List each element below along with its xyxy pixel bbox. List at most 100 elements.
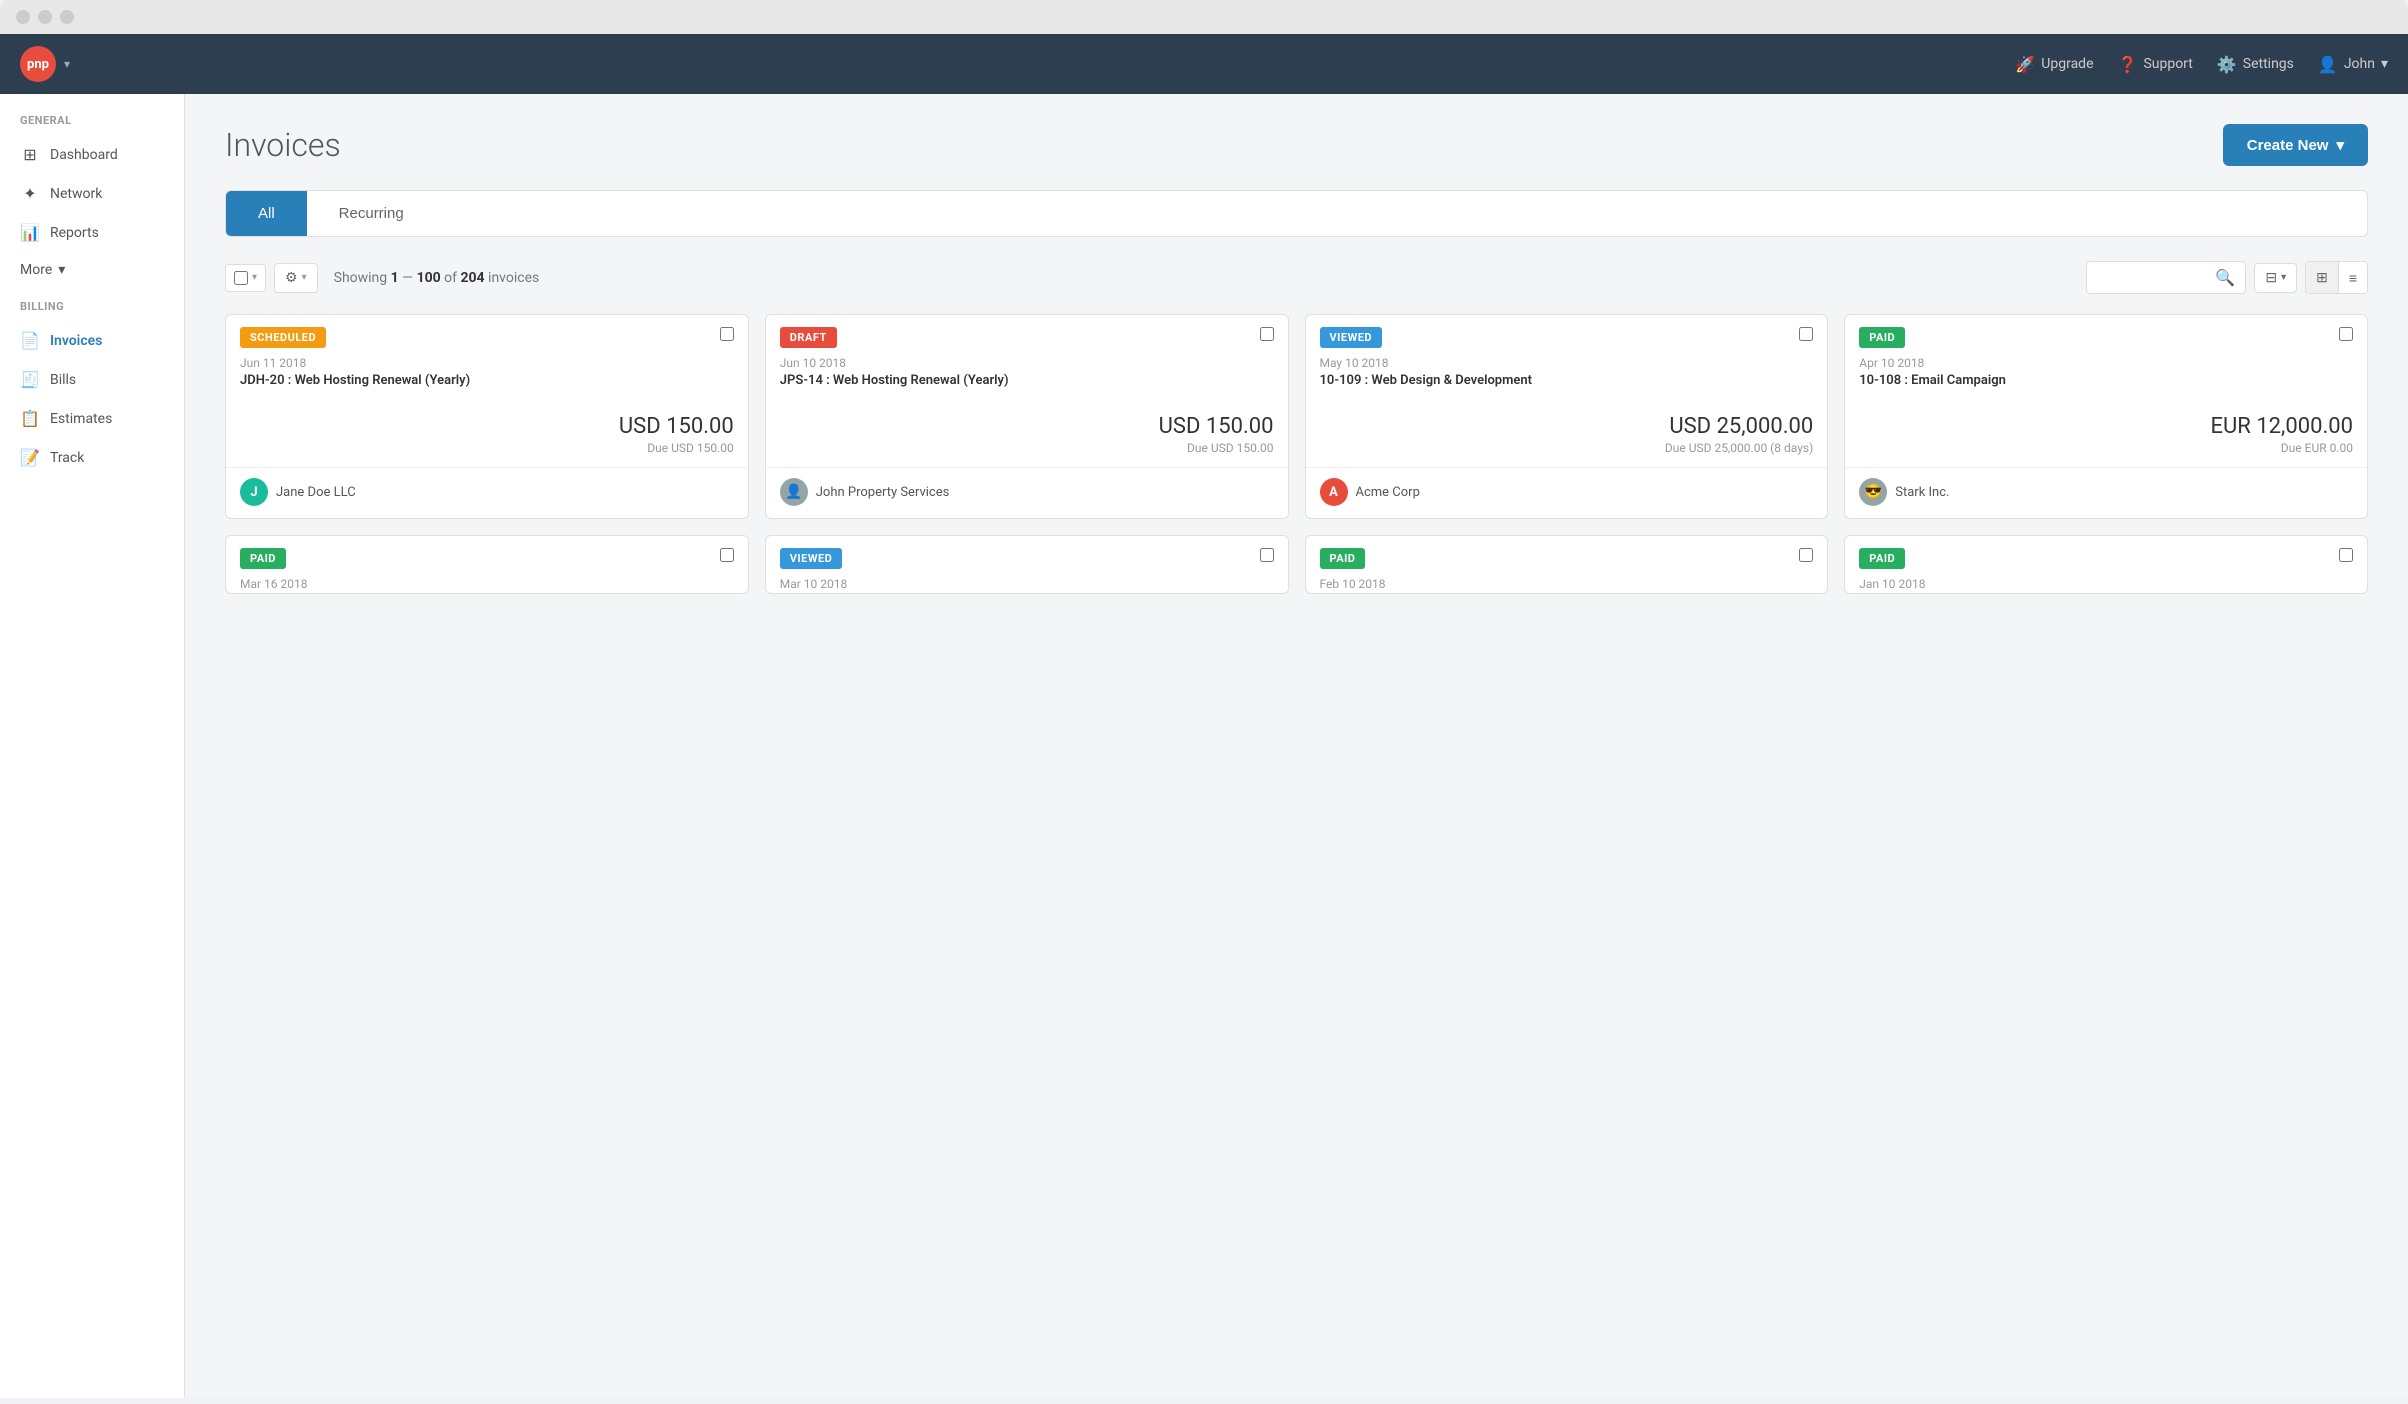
top-nav: pnp ▾ 🚀 Upgrade ❓ Support ⚙️ Settings 👤 … (0, 34, 2408, 94)
card-4-date: Apr 10 2018 (1845, 348, 2367, 372)
grid-view-button[interactable]: ⊞ (2306, 262, 2338, 293)
dashboard-icon: ⊞ (20, 145, 40, 164)
upgrade-icon: 🚀 (2015, 55, 2035, 74)
card-8-checkbox[interactable] (2339, 548, 2353, 562)
invoices-icon: 📄 (20, 331, 40, 350)
user-nav-item[interactable]: 👤 John ▾ (2318, 55, 2388, 74)
card-5-date: Mar 16 2018 (226, 569, 748, 593)
upgrade-nav-item[interactable]: 🚀 Upgrade (2015, 55, 2093, 74)
card-8-header: PAID (1845, 536, 2367, 569)
grid-view-icon: ⊞ (2316, 269, 2328, 285)
sidebar-item-track[interactable]: 📝 Track (0, 438, 184, 477)
card-1-checkbox[interactable] (720, 327, 734, 341)
card-3-client: Acme Corp (1356, 485, 1420, 500)
page-header: Invoices Create New ▾ (225, 124, 2368, 166)
card-4-due: Due EUR 0.00 (1859, 441, 2353, 455)
card-1-date: Jun 11 2018 (226, 348, 748, 372)
upgrade-label: Upgrade (2041, 56, 2093, 72)
sidebar-dashboard-label: Dashboard (50, 147, 118, 163)
card-4-header: PAID (1845, 315, 2367, 348)
card-2-checkbox[interactable] (1260, 327, 1274, 341)
card-3-id-title: 10-109 : Web Design & Development (1306, 372, 1828, 398)
invoice-card-3[interactable]: VIEWED May 10 2018 10-109 : Web Design &… (1305, 314, 1829, 519)
create-new-button[interactable]: Create New ▾ (2223, 124, 2368, 166)
card-3-due: Due USD 25,000.00 (8 days) (1320, 441, 1814, 455)
status-badge-3: VIEWED (1320, 327, 1383, 348)
card-7-checkbox[interactable] (1799, 548, 1813, 562)
more-chevron-icon: ▾ (58, 262, 65, 278)
toolbar-left: ▾ ⚙ ▾ Showing 1 — 100 of 204 invoices (225, 263, 539, 293)
search-box[interactable]: 🔍 (2086, 261, 2246, 294)
logo[interactable]: pnp (20, 46, 56, 82)
select-all-checkbox[interactable] (234, 271, 248, 285)
invoice-card-7[interactable]: PAID Feb 10 2018 (1305, 535, 1829, 594)
card-2-title: Web Hosting Renewal (Yearly) (833, 373, 1009, 388)
gear-icon: ⚙ (285, 270, 298, 286)
settings-icon: ⚙️ (2217, 55, 2237, 74)
settings-nav-item[interactable]: ⚙️ Settings (2217, 55, 2294, 74)
card-5-header: PAID (226, 536, 748, 569)
card-1-title: Web Hosting Renewal (Yearly) (295, 373, 471, 388)
filter-button[interactable]: ⊟ ▾ (2254, 263, 2297, 293)
support-label: Support (2143, 56, 2192, 72)
card-1-client: Jane Doe LLC (276, 485, 356, 500)
invoice-card-8[interactable]: PAID Jan 10 2018 (1844, 535, 2368, 594)
sidebar-reports-label: Reports (50, 225, 99, 241)
card-3-title: Web Design & Development (1371, 373, 1532, 388)
network-icon: ✦ (20, 184, 40, 203)
card-3-checkbox[interactable] (1799, 327, 1813, 341)
invoice-card-5[interactable]: PAID Mar 16 2018 (225, 535, 749, 594)
sidebar-estimates-label: Estimates (50, 411, 112, 427)
showing-count-text: Showing 1 — 100 of 204 invoices (334, 270, 540, 286)
card-4-checkbox[interactable] (2339, 327, 2353, 341)
card-3-invoice-id: 10-109 (1320, 373, 1362, 388)
list-view-icon: ≡ (2349, 270, 2357, 286)
card-4-id-title: 10-108 : Email Campaign (1845, 372, 2367, 398)
invoice-card-2[interactable]: DRAFT Jun 10 2018 JPS-14 : Web Hosting R… (765, 314, 1289, 519)
card-6-date: Mar 10 2018 (766, 569, 1288, 593)
tab-all[interactable]: All (226, 191, 307, 236)
card-4-amount-section: EUR 12,000.00 Due EUR 0.00 (1845, 398, 2367, 463)
range-end: 100 (417, 270, 441, 286)
status-badge-8: PAID (1859, 548, 1905, 569)
sidebar-item-reports[interactable]: 📊 Reports (0, 213, 184, 252)
gear-chevron-icon: ▾ (302, 272, 307, 283)
sidebar-item-bills[interactable]: 🧾 Bills (0, 360, 184, 399)
card-1-id-title: JDH-20 : Web Hosting Renewal (Yearly) (226, 372, 748, 398)
invoice-card-6[interactable]: VIEWED Mar 10 2018 (765, 535, 1289, 594)
invoice-card-1[interactable]: SCHEDULED Jun 11 2018 JDH-20 : Web Hosti… (225, 314, 749, 519)
sidebar-item-network[interactable]: ✦ Network (0, 174, 184, 213)
status-badge-4: PAID (1859, 327, 1905, 348)
sidebar-item-dashboard[interactable]: ⊞ Dashboard (0, 135, 184, 174)
card-3-amount: USD 25,000.00 (1320, 414, 1814, 439)
tab-recurring[interactable]: Recurring (307, 191, 436, 236)
list-view-button[interactable]: ≡ (2338, 262, 2367, 293)
sidebar-item-estimates[interactable]: 📋 Estimates (0, 399, 184, 438)
invoices-grid: SCHEDULED Jun 11 2018 JDH-20 : Web Hosti… (225, 314, 2368, 594)
card-5-checkbox[interactable] (720, 548, 734, 562)
sidebar-item-invoices[interactable]: 📄 Invoices (0, 321, 184, 360)
card-1-amount: USD 150.00 (240, 414, 734, 439)
select-all-checkbox-dropdown[interactable]: ▾ (225, 264, 266, 292)
card-2-amount: USD 150.00 (780, 414, 1274, 439)
card-2-amount-section: USD 150.00 Due USD 150.00 (766, 398, 1288, 463)
support-icon: ❓ (2118, 55, 2138, 74)
support-nav-item[interactable]: ❓ Support (2118, 55, 2193, 74)
sidebar: GENERAL ⊞ Dashboard ✦ Network 📊 Reports … (0, 94, 185, 1398)
search-icon: 🔍 (2215, 268, 2235, 287)
bulk-actions-button[interactable]: ⚙ ▾ (274, 263, 318, 293)
card-1-footer: J Jane Doe LLC (226, 467, 748, 518)
invoice-card-4[interactable]: PAID Apr 10 2018 10-108 : Email Campaign… (1844, 314, 2368, 519)
sidebar-bills-label: Bills (50, 372, 76, 388)
card-1-due: Due USD 150.00 (240, 441, 734, 455)
search-input[interactable] (2097, 270, 2209, 285)
card-6-checkbox[interactable] (1260, 548, 1274, 562)
sidebar-more[interactable]: More ▾ (0, 252, 184, 288)
range-start: 1 (391, 270, 399, 286)
card-2-date: Jun 10 2018 (766, 348, 1288, 372)
card-4-client: Stark Inc. (1895, 485, 1949, 500)
card-1-invoice-id: JDH-20 (240, 373, 285, 388)
card-2-footer: 👤 John Property Services (766, 467, 1288, 518)
status-badge-6: VIEWED (780, 548, 843, 569)
select-all-chevron-icon: ▾ (252, 272, 257, 283)
